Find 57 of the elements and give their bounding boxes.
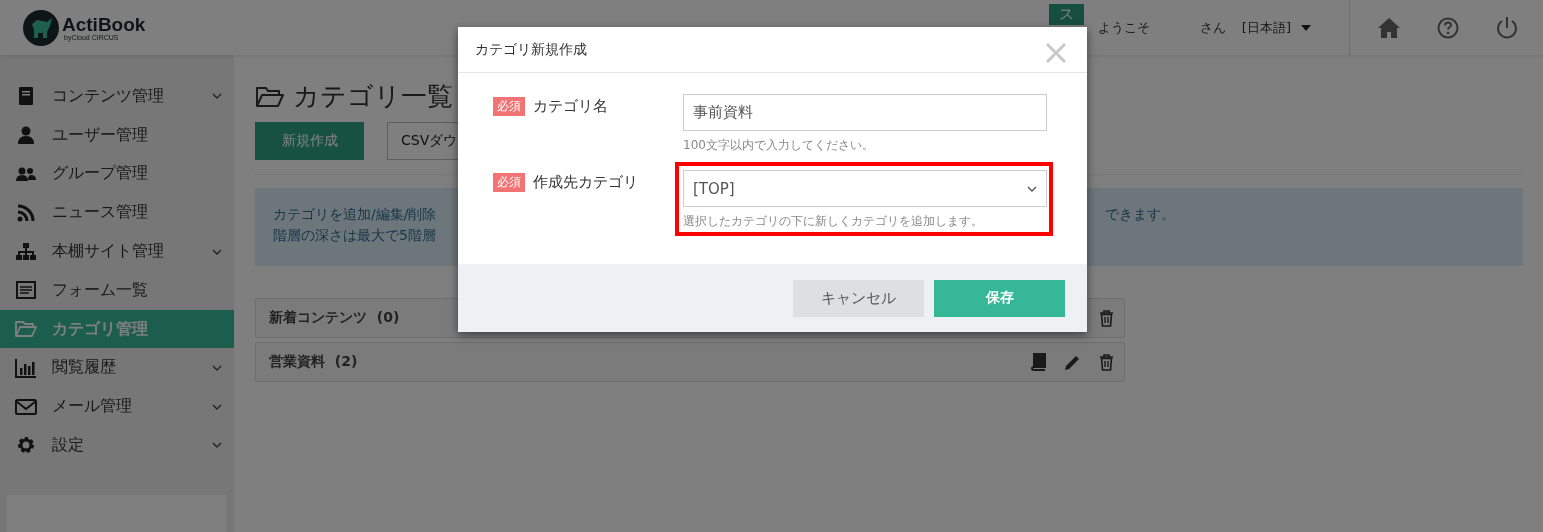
user-avatar[interactable]: ス [1048, 4, 1084, 25]
info-text: カテゴリを追加/編集/削除 [273, 205, 437, 224]
new-button[interactable]: 新規作成 [255, 122, 364, 160]
info-text: できます。 [1105, 205, 1175, 224]
chevron-down-icon [212, 364, 222, 371]
envelope-icon [15, 396, 37, 417]
user-icon [15, 125, 37, 146]
field-hint: 選択したカテゴリの下に新しくカテゴリを追加します。 [683, 213, 984, 230]
pencil-icon[interactable] [1064, 353, 1081, 371]
field-hint: 100文字以内で入力してください。 [683, 137, 875, 154]
caret-down-icon [1301, 24, 1311, 31]
category-row[interactable]: 営業資料 (2) [255, 342, 1125, 382]
help-icon[interactable] [1437, 16, 1459, 39]
sidebar-item[interactable]: メール管理 [0, 387, 234, 427]
dialog-title: カテゴリ新規作成 [475, 40, 587, 59]
sidebar-item[interactable]: 設定 [0, 426, 234, 465]
gear-icon [15, 435, 37, 456]
form-icon [15, 280, 37, 301]
sidebar-item[interactable]: フォーム一覧 [0, 270, 234, 310]
chevron-down-icon [212, 93, 222, 100]
language-dropdown[interactable]: [日本語] [1235, 17, 1317, 38]
sidebar-item[interactable]: コンテンツ管理 [0, 77, 234, 116]
page-title: カテゴリ一覧 [293, 80, 453, 113]
trash-icon[interactable] [1099, 309, 1114, 327]
sidebar-item[interactable]: グループ管理 [0, 154, 234, 194]
chevron-down-icon [212, 248, 222, 255]
category-name: 営業資料 (2) [269, 353, 358, 371]
folder-icon [15, 319, 37, 340]
logo-wordmark: ActiBook [62, 14, 146, 34]
bar-chart-icon [15, 357, 37, 378]
chevron-down-icon [1027, 185, 1037, 192]
sidebar-item[interactable]: 閲覧履歴 [0, 348, 234, 388]
goat-logo-icon [23, 9, 59, 46]
category-name: 新着コンテンツ (0) [269, 309, 400, 327]
sidebar-item[interactable]: ユーザー管理 [0, 115, 234, 155]
save-button[interactable]: 保存 [934, 279, 1065, 317]
cancel-button[interactable]: キャンセル [793, 279, 924, 317]
category-name-field[interactable]: 事前資料 [683, 94, 1047, 131]
welcome-text: ようこそ [1097, 18, 1150, 37]
sidebar-item[interactable]: ニュース管理 [0, 193, 234, 233]
field-label: カテゴリ名 [533, 97, 608, 116]
field-label: 作成先カテゴリ [533, 173, 638, 192]
sidebar-item[interactable]: 本棚サイト管理 [0, 232, 234, 271]
sitemap-icon [15, 241, 37, 262]
chevron-down-icon [212, 442, 222, 449]
parent-category-dropdown[interactable]: [TOP] [683, 170, 1047, 207]
book-icon[interactable] [1030, 353, 1046, 371]
required-badge: 必須 [493, 97, 525, 116]
trash-icon[interactable] [1099, 353, 1114, 371]
required-badge: 必須 [493, 173, 525, 192]
info-text: 階層の深さは最大で5階層 [273, 226, 436, 245]
power-icon[interactable] [1495, 15, 1519, 40]
rss-icon [15, 202, 37, 223]
home-icon[interactable] [1377, 16, 1401, 39]
chevron-down-icon [212, 403, 222, 410]
honorific-text: さん [1199, 18, 1226, 37]
folder-icon [255, 84, 285, 109]
